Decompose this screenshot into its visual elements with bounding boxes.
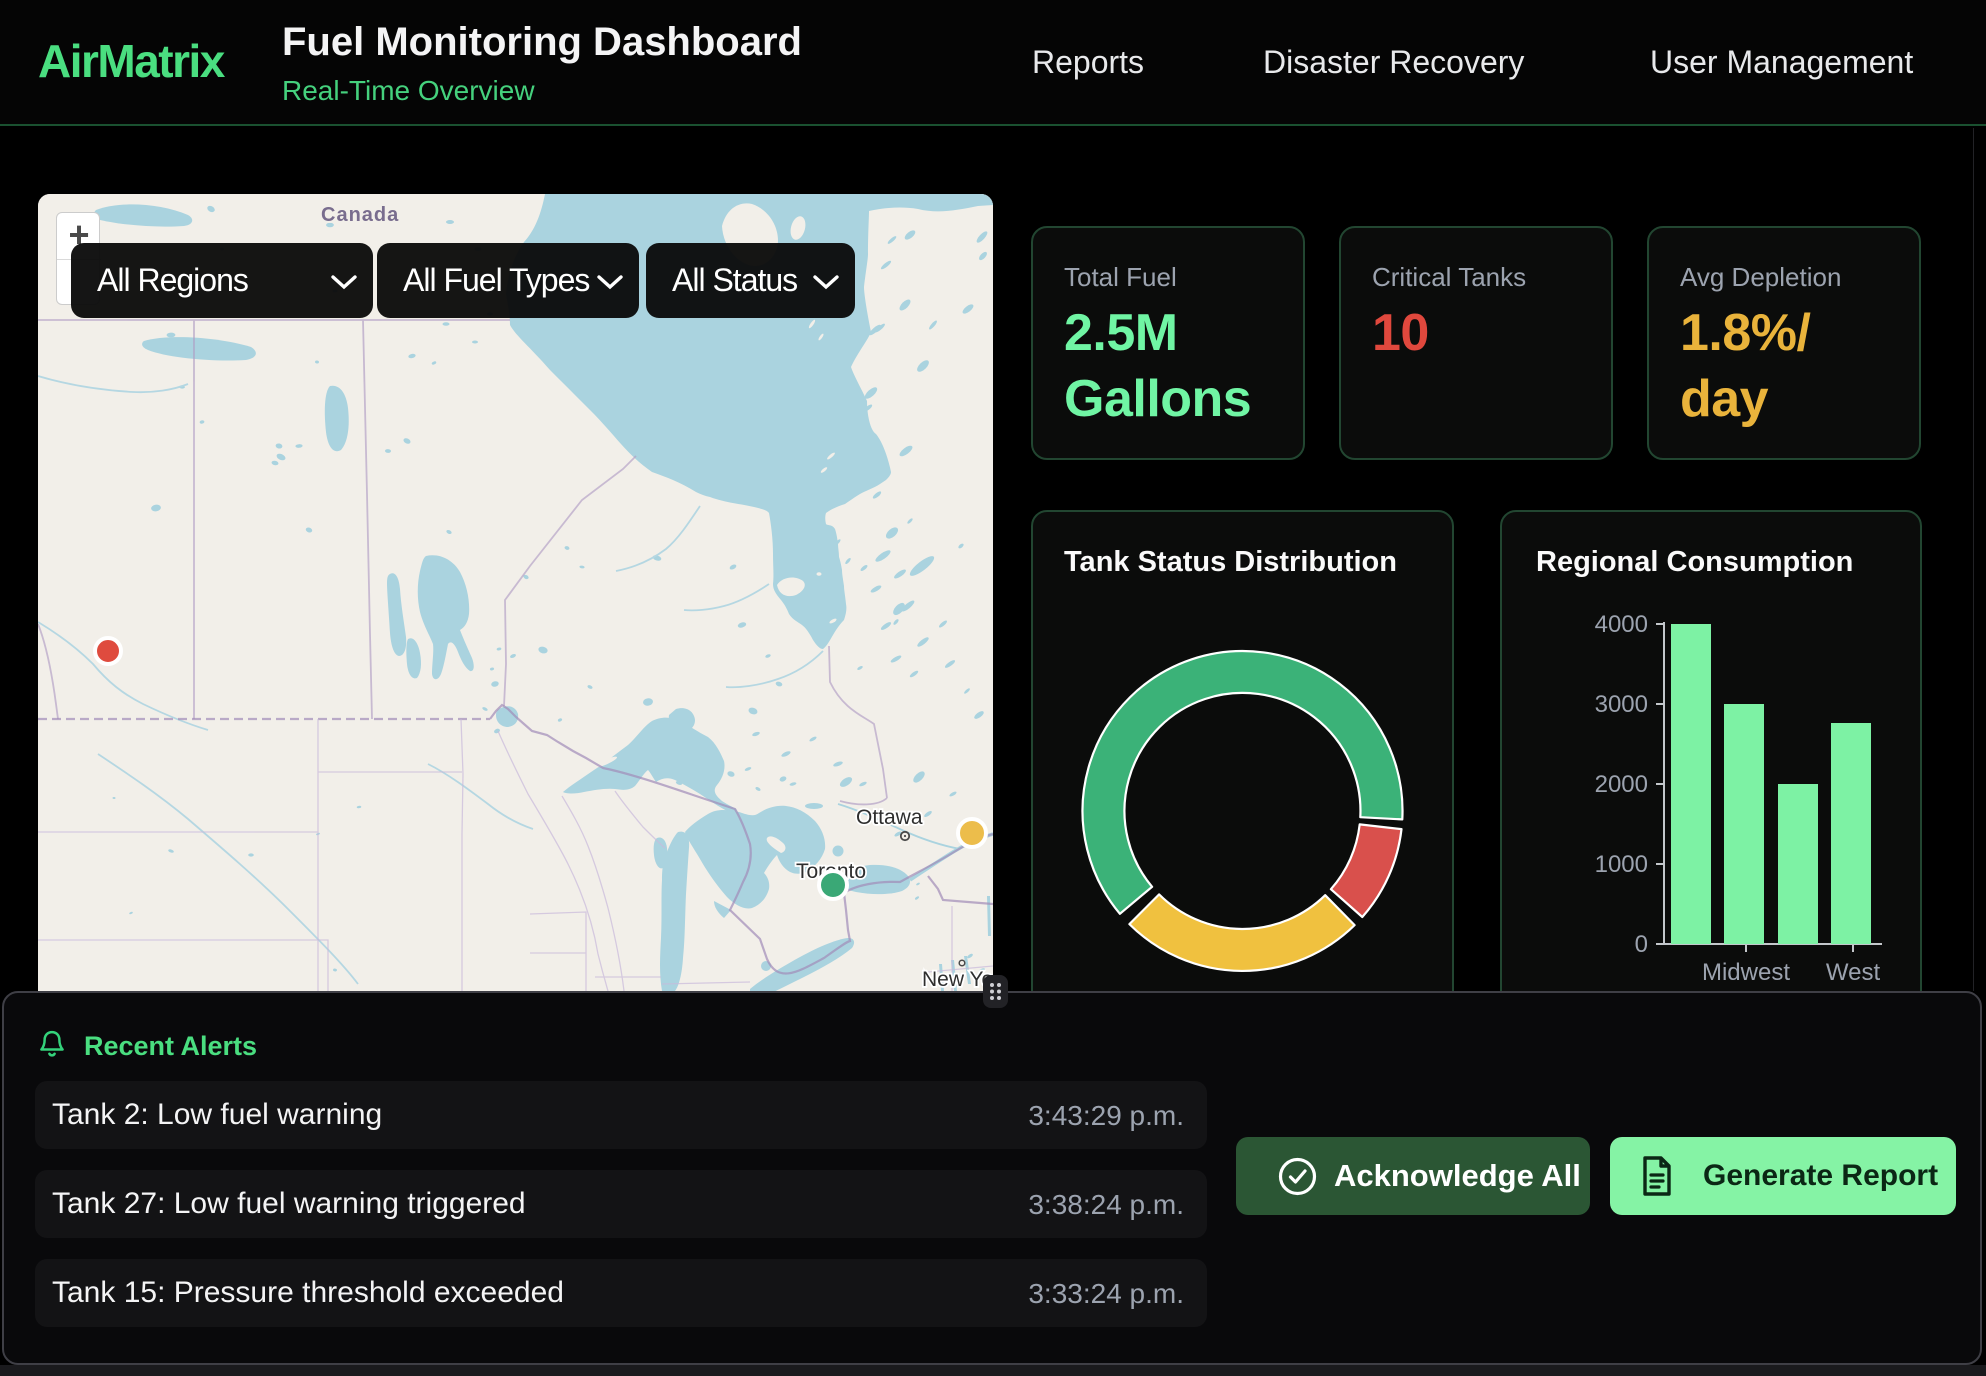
- svg-text:Canada: Canada: [321, 204, 399, 226]
- svg-text:0: 0: [1635, 931, 1648, 958]
- svg-text:1000: 1000: [1595, 851, 1648, 878]
- svg-text:Ottawa: Ottawa: [856, 806, 923, 829]
- svg-text:West: West: [1826, 959, 1881, 986]
- svg-text:Midwest: Midwest: [1702, 959, 1790, 986]
- svg-text:4000: 4000: [1595, 611, 1648, 638]
- svg-text:2000: 2000: [1595, 771, 1648, 798]
- svg-text:3000: 3000: [1595, 691, 1648, 718]
